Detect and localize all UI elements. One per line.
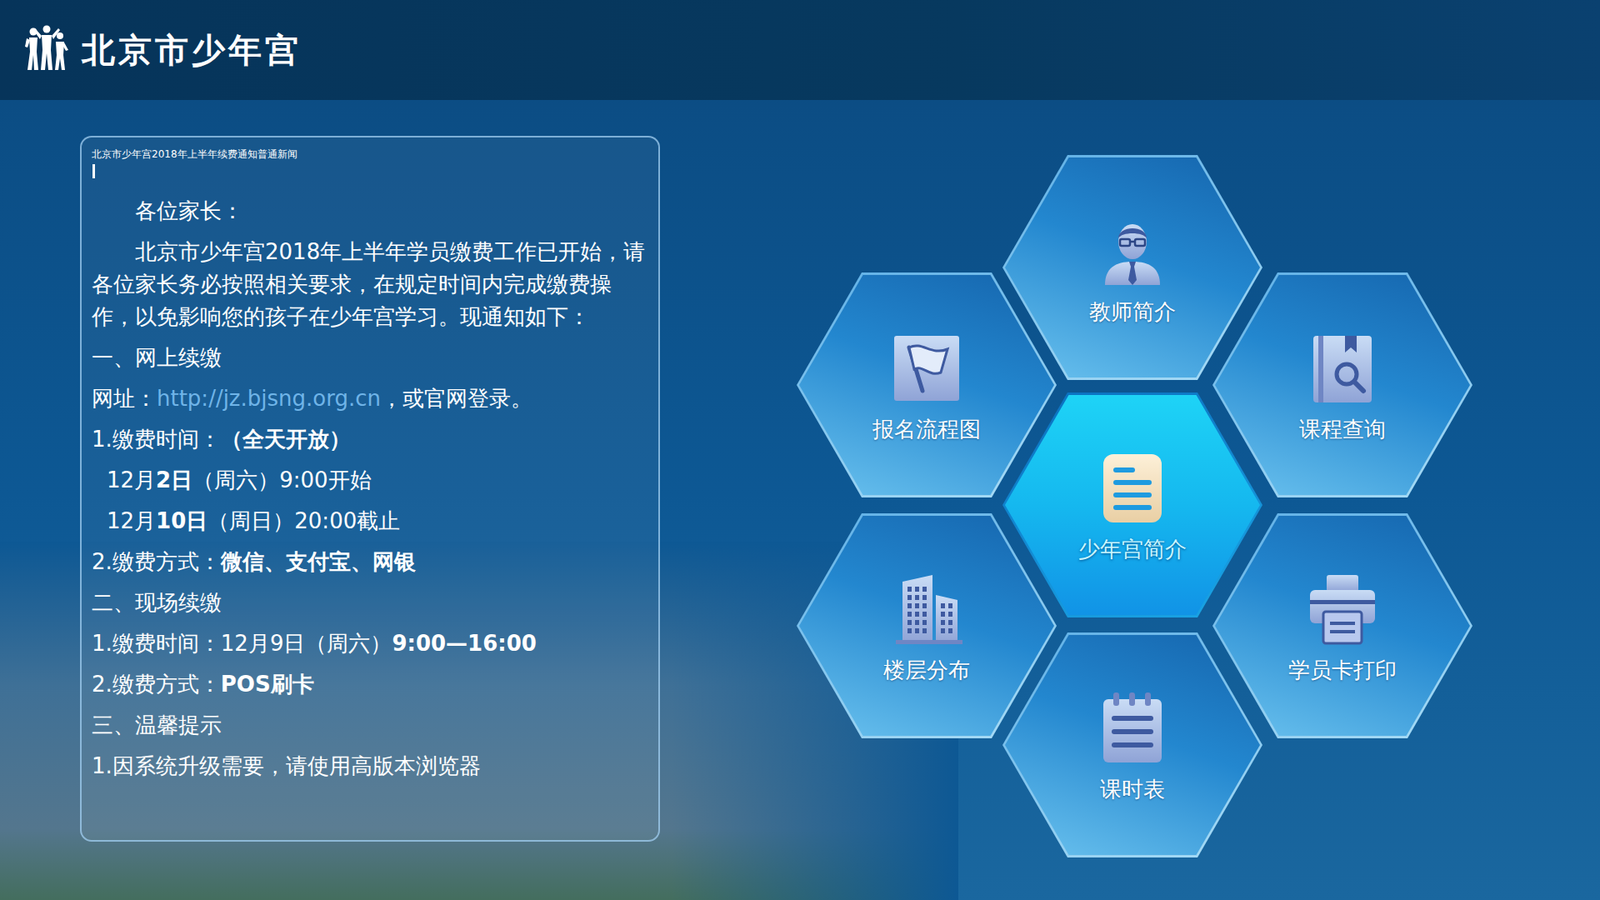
website-link[interactable]: http://jz.bjsng.org.cn [156,385,381,411]
notice-text: 北京市少年宫2018年上半年学员缴费工作已开始，请各位家长务必按照相关要求，在规… [91,239,645,330]
document-icon [1095,450,1170,526]
teacher-icon [1095,213,1170,289]
menu-hex-button[interactable]: 报名流程图 [796,272,1057,498]
notice-paragraph: 网址：http://jz.bjsng.org.cn，或官网登录。 [91,382,649,415]
building-icon [889,571,965,647]
menu-label: 楼层分布 [883,656,970,684]
notice-text: 1.缴费时间：12月9日（周六） [91,630,392,656]
book-search-icon [1305,330,1380,406]
notice-text: 2日 [155,467,193,493]
notice-text: 9:00—16:00 [391,630,536,656]
notice-paragraph: 12月10日（周日）20:00截止 [91,505,649,538]
notice-paragraph: 各位家长： [91,195,649,228]
notice-paragraph: 二、现场续缴 [91,586,649,620]
menu-hex-button[interactable]: 学员卡打印 [1212,513,1473,739]
notice-text: 一、网上续缴 [91,345,222,370]
menu-label: 报名流程图 [872,415,981,443]
menu-label: 课时表 [1100,775,1165,803]
menu-label: 教师简介 [1089,298,1176,325]
notice-text: 二、现场续缴 [91,590,222,615]
notice-text: 2.缴费方式： [91,671,221,697]
main-area: 北京市少年宫2018年上半年续费通知普通新闻各位家长： 北京市少年宫2018年上半… [0,100,1600,900]
menu-hex-face: 教师简介 [1005,157,1260,378]
menu-label: 课程查询 [1299,415,1386,443]
notice-text: 2.缴费方式： [91,549,221,575]
menu-hex-button[interactable]: 楼层分布 [796,513,1057,739]
notice-paragraph: 1.缴费时间：12月9日（周六）9:00—16:00 [91,627,649,660]
notice-text: 12月 [106,508,156,534]
menu-hex-face: 课程查询 [1215,275,1470,495]
notice-paragraph: 一、网上续缴 [91,341,649,375]
menu-hex-face: 学员卡打印 [1215,515,1470,736]
notice-paragraph: 2.缴费方式：微信、支付宝、网银 [91,545,649,579]
notice-text: 1.因系统升级需要，请使用高版本浏览器 [91,753,481,779]
menu-hex-button[interactable]: 教师简介 [1002,155,1263,380]
menu-hex-face: 少年宫简介 [1005,395,1260,615]
menu-label: 学员卡打印 [1288,656,1397,684]
text-cursor [92,164,95,179]
notice-text: （周六）9:00开始 [192,467,371,493]
notice-text: 微信、支付宝、网银 [220,549,416,575]
flag-icon [889,330,965,406]
notice-paragraph: 北京市少年宫2018年上半年学员缴费工作已开始，请各位家长务必按照相关要求，在规… [91,235,649,334]
logo-text: 北京市少年宫 [81,27,302,74]
menu-hex-button[interactable]: 少年宫简介 [1002,392,1263,618]
notice-paragraph: 1.因系统升级需要，请使用高版本浏览器 [91,750,649,783]
notice-paragraph: 2.缴费方式：POS刷卡 [91,668,649,701]
notice-text: 各位家长： [135,198,244,224]
printer-icon [1305,571,1380,647]
notice-text: POS刷卡 [220,671,315,697]
notice-text: 网址： [91,385,157,411]
menu-hex-button[interactable]: 课时表 [1002,632,1263,858]
notice-text: 10日 [155,508,208,534]
schedule-icon [1095,690,1170,766]
notice-text: 12月 [106,467,156,493]
notice-text: （周日）20:00截止 [207,508,400,534]
notice-title: 北京市少年宫2018年上半年续费通知普通新闻 [91,147,649,161]
notice-paragraph: 12月2日（周六）9:00开始 [91,464,649,497]
menu-hex-face: 楼层分布 [799,515,1055,736]
menu-hex-button[interactable]: 课程查询 [1212,272,1473,498]
notice-panel[interactable]: 北京市少年宫2018年上半年续费通知普通新闻各位家长： 北京市少年宫2018年上半… [80,135,660,842]
notice-paragraph: 三、温馨提示 [91,709,649,742]
notice-text: （全天开放） [220,426,351,452]
menu-hex-face: 课时表 [1005,635,1260,855]
notice-text: ，或官网登录。 [380,385,533,411]
menu-hex-face: 报名流程图 [799,275,1055,495]
menu-label: 少年宫简介 [1078,535,1187,563]
notice-text: 三、温馨提示 [91,712,222,738]
notice-paragraph: 1.缴费时间：（全天开放） [91,423,649,456]
notice-text: 1.缴费时间： [91,426,221,452]
header-bar: 北京市少年宫 [0,0,1600,100]
children-logo-icon [25,25,69,75]
